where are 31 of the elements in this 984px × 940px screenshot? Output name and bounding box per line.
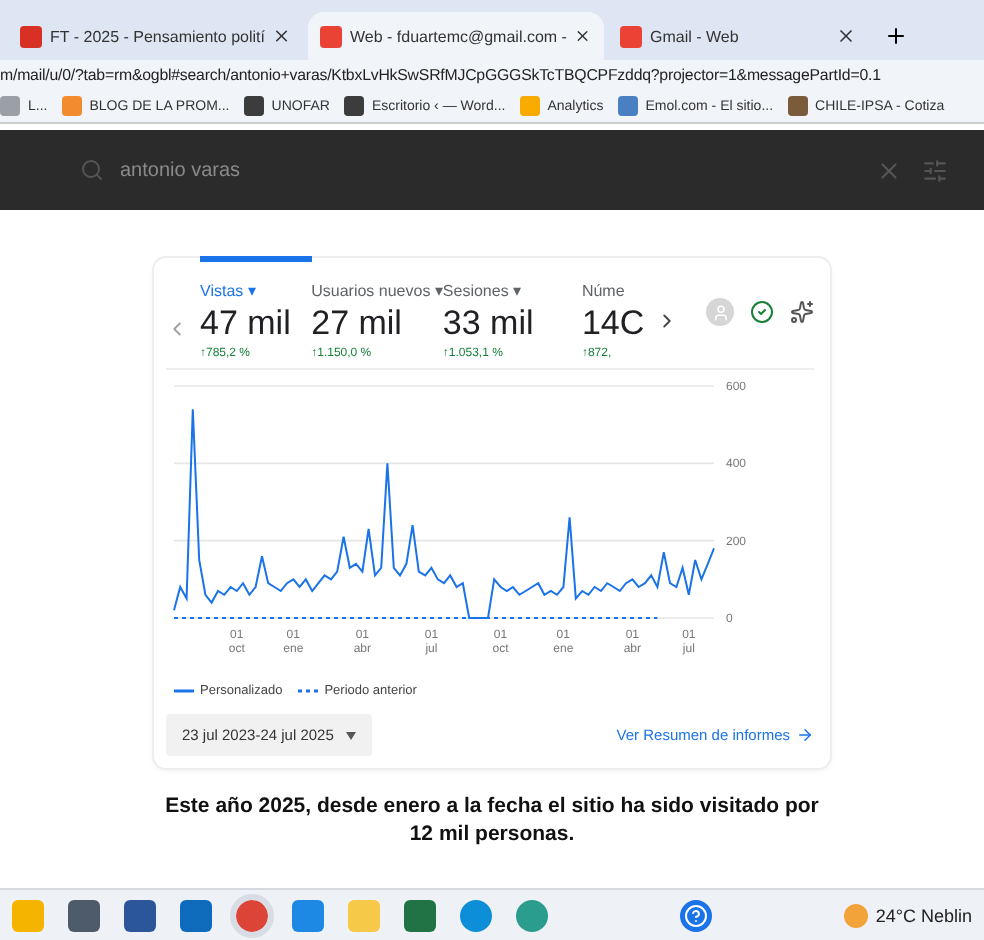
weather-text: 24°C Neblin xyxy=(875,905,972,925)
search-icon xyxy=(80,158,104,182)
tab-title: Gmail - Web xyxy=(650,27,741,45)
check-circle-icon[interactable] xyxy=(750,300,775,324)
caption-text: Este año 2025, desde enero a la fecha el sitio ha sido visitado por 12 mil personas. xyxy=(163,792,821,848)
search-value: antonio varas xyxy=(120,159,241,181)
close-icon[interactable] xyxy=(836,26,856,46)
app-icon[interactable] xyxy=(124,899,156,931)
app-icon[interactable] xyxy=(292,899,324,931)
tab-title: Web - fduartemc@gmail.com - xyxy=(350,27,567,45)
app-icon[interactable] xyxy=(180,899,212,931)
browser-tab[interactable]: Web - fduartemc@gmail.com - xyxy=(308,12,604,60)
app-icon[interactable] xyxy=(516,899,548,931)
legend-line-icon xyxy=(174,688,194,694)
app-icon[interactable] xyxy=(460,899,492,931)
legend-line-icon xyxy=(298,688,319,694)
new-tab-icon[interactable] xyxy=(884,24,908,48)
browser-tab[interactable]: Gmail - Web xyxy=(608,12,868,60)
sun-icon xyxy=(843,903,868,927)
close-icon[interactable] xyxy=(574,26,592,46)
search-field[interactable]: antonio varas xyxy=(80,144,856,196)
sparkle-icon[interactable] xyxy=(790,300,815,324)
browser-tab[interactable]: FT - 2025 - Pensamiento polití xyxy=(8,12,304,60)
tab-title: FT - 2025 - Pensamiento polití xyxy=(50,27,265,45)
arrow-right-icon xyxy=(796,726,814,744)
app-icon[interactable] xyxy=(68,899,100,931)
app-icon[interactable] xyxy=(404,899,436,931)
close-icon[interactable] xyxy=(272,26,292,46)
help-icon[interactable] xyxy=(679,899,712,931)
app-icon[interactable] xyxy=(236,899,268,931)
caret-icon xyxy=(345,731,356,739)
